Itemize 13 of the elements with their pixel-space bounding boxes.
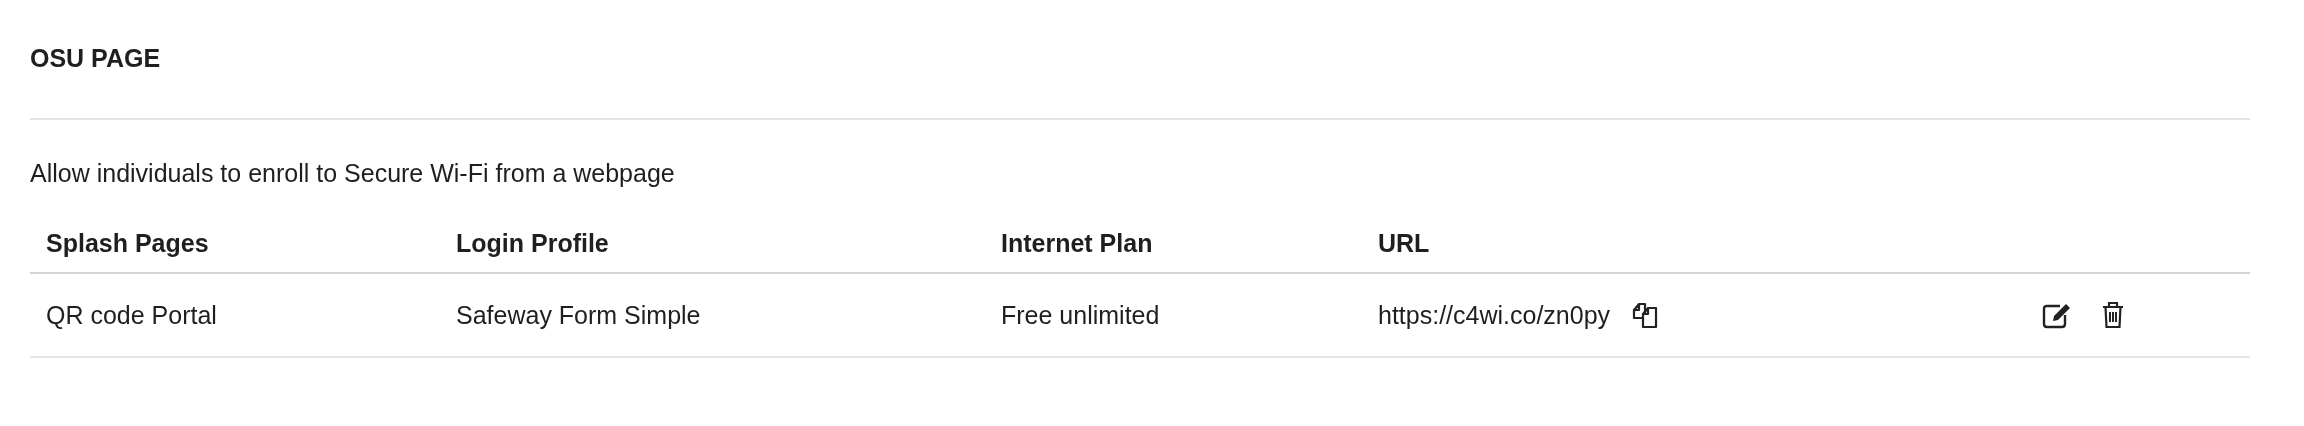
section-title: OSU PAGE <box>30 43 162 74</box>
copy-icon[interactable] <box>1632 301 1659 329</box>
edit-icon[interactable] <box>2042 301 2072 329</box>
url-text: https://c4wi.co/zn0py <box>1378 300 1611 330</box>
table-cell-text: Safeway Form Simple <box>455 300 702 330</box>
column-header: Internet Plan <box>1000 228 1154 258</box>
column-header: URL <box>1377 228 1431 258</box>
table-cell-text: QR code Portal <box>45 300 218 330</box>
delete-icon[interactable] <box>2102 301 2124 329</box>
column-header: Login Profile <box>455 228 610 258</box>
column-header: Splash Pages <box>45 228 210 258</box>
section-description: Allow individuals to enroll to Secure Wi-Fi from a webpage <box>30 158 676 188</box>
table-cell-text: Free unlimited <box>1000 300 1161 330</box>
